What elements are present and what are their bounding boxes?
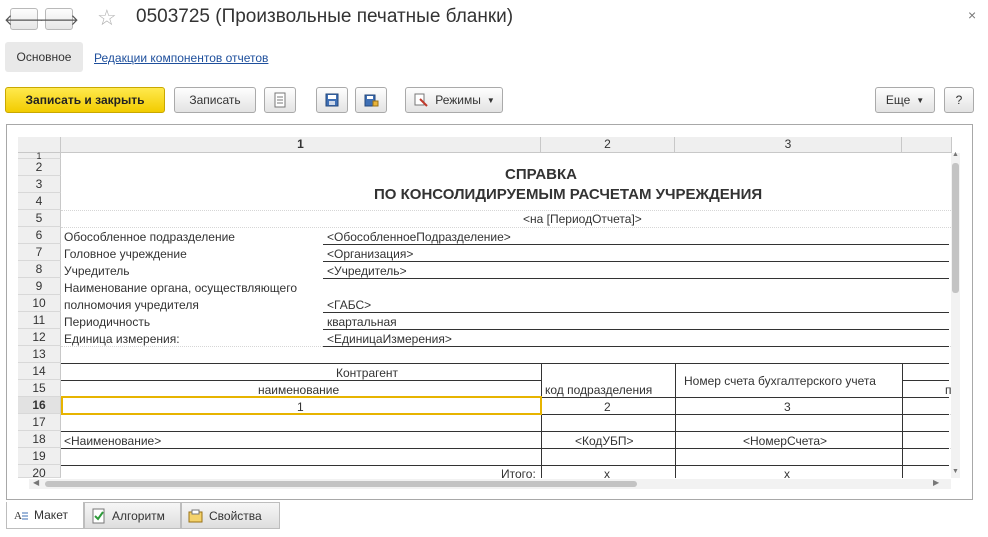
table-header-account-number[interactable]: Номер счета бухгалтерского учета [684,373,876,389]
row-header[interactable]: 2 [18,159,61,176]
column-number-3[interactable]: 3 [784,399,791,415]
horizontal-scrollbar[interactable]: ◀ ▶ [29,478,951,489]
save-and-close-label: Записать и закрыть [25,93,145,107]
save-button[interactable]: Записать [174,87,256,113]
vertical-scrollbar[interactable]: ▲ ▼ [951,151,960,478]
field-label-unit[interactable]: Единица измерения: [64,331,180,347]
row-header[interactable]: 6 [18,227,61,244]
row-header[interactable]: 13 [18,346,61,363]
total-cell-subdivision-code[interactable]: х [604,466,610,478]
tab-report-components-link[interactable]: Редакции компонентов отчетов [94,51,268,65]
field-value-head-org[interactable]: <Организация> [327,246,413,262]
column-header-4[interactable] [902,137,952,153]
field-value-periodicity[interactable]: квартальная [327,314,397,330]
field-value-unit[interactable]: <ЕдиницаИзмерения> [327,331,452,347]
save-label: Записать [189,93,241,107]
row-header[interactable]: 17 [18,414,61,431]
layout-icon: A [14,510,28,522]
report-title-line1[interactable]: СПРАВКА [495,167,587,183]
properties-icon [188,509,203,522]
table-header-counterparty[interactable]: Контрагент [336,365,398,381]
horizontal-scrollbar-thumb[interactable] [45,481,637,487]
field-label-periodicity[interactable]: Периодичность [64,314,150,330]
table-cell-name[interactable]: <Наименование> [64,433,161,449]
forward-button[interactable]: 🡒 [39,8,79,30]
tab-properties-label: Свойства [209,508,262,523]
table-header-subdivision-code[interactable]: код подразделения [545,382,652,398]
svg-text:A: A [14,510,22,522]
scroll-up-icon[interactable]: ▲ [951,151,960,158]
table-cell-subdivision-code[interactable]: <КодУБП> [575,433,634,449]
close-icon[interactable]: × [968,7,976,23]
field-label-founder[interactable]: Учредитель [64,263,130,279]
row-header-selected[interactable]: 16 [18,397,61,414]
window-title: 0503725 (Произвольные печатные бланки) [136,6,514,27]
column-number-1[interactable]: 1 [297,399,304,415]
modes-label: Режимы [435,93,481,107]
field-label-head-org[interactable]: Головное учреждение [64,246,187,262]
field-value-founder[interactable]: <Учредитель> [327,263,407,279]
report-period[interactable]: <на [ПериодОтчета]> [523,211,642,227]
tab-properties[interactable]: Свойства [181,502,280,529]
load-from-file-button[interactable] [355,87,387,113]
save-and-close-button[interactable]: Записать и закрыть [5,87,165,113]
row-header[interactable]: 10 [18,295,61,312]
column-header-3[interactable]: 3 [675,137,902,153]
row-header[interactable]: 12 [18,329,61,346]
algorithm-icon [92,508,105,523]
total-cell-account-number[interactable]: х [784,466,790,478]
row-header[interactable]: 14 [18,363,61,380]
help-button[interactable]: ? [944,87,974,113]
chevron-down-icon: ▼ [916,95,925,105]
save-to-file-button[interactable] [316,87,348,113]
document-icon [274,92,286,108]
tab-algorithm-label: Алгоритм [112,508,165,523]
column-number-2[interactable]: 2 [604,399,611,415]
tab-layout[interactable]: A Макет [6,502,84,529]
row-header[interactable]: 20 [18,465,61,478]
tab-main[interactable]: Основное [5,42,83,72]
row-header[interactable]: 8 [18,261,61,278]
row-header[interactable]: 5 [18,210,61,227]
tab-main-label: Основное [16,50,72,64]
column-header-2[interactable]: 2 [541,137,675,153]
help-icon: ? [955,93,963,107]
row-header[interactable]: 4 [18,193,61,210]
more-label: Еще [885,93,911,107]
chevron-down-icon: ▼ [486,95,495,105]
more-dropdown-button[interactable]: Еще ▼ [875,87,935,113]
field-value-gabs[interactable]: <ГАБС> [327,297,371,313]
scroll-right-icon[interactable]: ▶ [933,478,939,487]
row-header[interactable]: 9 [18,278,61,295]
total-label[interactable]: Итого: [501,466,536,478]
field-label-authority-line2[interactable]: полномочия учредителя [64,297,199,313]
tab-layout-label: Макет [34,508,68,522]
row-header[interactable]: 11 [18,312,61,329]
open-file-icon [364,94,379,107]
row-header[interactable]: 7 [18,244,61,261]
row-header[interactable]: 15 [18,380,61,397]
floppy-disk-icon [325,93,339,107]
column-header-1[interactable]: 1 [61,137,541,153]
field-value-subdivision[interactable]: <ОбособленноеПодразделение> [327,229,511,245]
scroll-down-icon[interactable]: ▼ [951,468,960,475]
row-header[interactable]: 3 [18,176,61,193]
table-cell-account-number[interactable]: <НомерСчета> [743,433,827,449]
arrow-right-icon: 🡒 [38,11,80,29]
vertical-scrollbar-thumb[interactable] [952,163,959,293]
report-title-line2[interactable]: ПО КОНСОЛИДИРУЕМЫМ РАСЧЕТАМ УЧРЕЖДЕНИЯ [374,187,762,203]
tab-algorithm[interactable]: Алгоритм [84,502,181,529]
row-header[interactable]: 18 [18,431,61,448]
modes-dropdown-button[interactable]: Режимы ▼ [405,87,503,113]
back-button[interactable]: 🡐 [4,8,44,30]
modes-icon [414,93,428,107]
favorite-star-icon[interactable]: ☆ [97,5,117,31]
field-label-authority-line1[interactable]: Наименование органа, осуществляющего [64,280,297,296]
row-header[interactable]: 19 [18,448,61,465]
scroll-left-icon[interactable]: ◀ [33,478,39,487]
document-button[interactable] [264,87,296,113]
field-label-subdivision[interactable]: Обособленное подразделение [64,229,235,245]
spreadsheet-document[interactable]: 1 2 3 1 2 3 4 5 6 7 8 9 10 11 12 13 14 1… [6,124,973,500]
